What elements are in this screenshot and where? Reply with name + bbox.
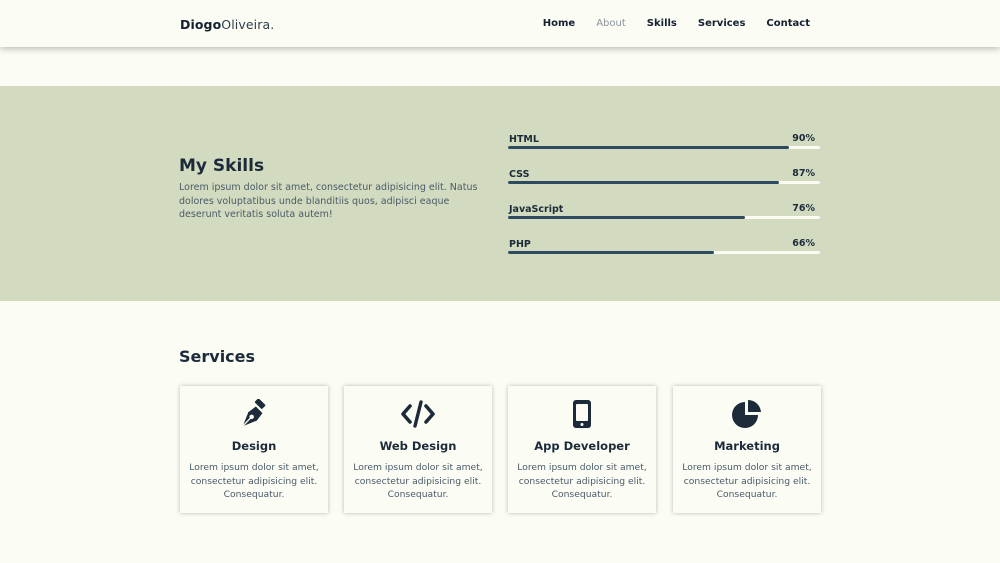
services-title: Services xyxy=(179,347,256,366)
service-card-web-design[interactable]: Web Design Lorem ipsum dolor sit amet, c… xyxy=(344,386,492,513)
service-description: Lorem ipsum dolor sit amet, consectetur … xyxy=(682,462,812,501)
skill-bar-fill xyxy=(508,251,714,254)
skill-percent: 87% xyxy=(792,168,815,179)
skill-percent: 66% xyxy=(792,238,815,249)
skill-name: JavaScript xyxy=(509,204,564,215)
main-nav: Home About Skills Services Contact xyxy=(543,18,810,29)
skills-title: My Skills xyxy=(179,156,265,176)
skill-php: PHP 66% xyxy=(508,238,820,269)
service-description: Lorem ipsum dolor sit amet, consectetur … xyxy=(353,462,483,501)
skill-name: CSS xyxy=(509,169,530,180)
nav-skills-link[interactable]: Skills xyxy=(647,18,677,29)
skill-css: CSS 87% xyxy=(508,168,820,199)
site-header: DiogoOliveira. Home About Skills Service… xyxy=(0,0,1000,47)
pie-chart-icon xyxy=(673,398,821,430)
service-title: Marketing xyxy=(714,439,780,453)
mobile-phone-icon xyxy=(508,398,656,430)
nav-services-link[interactable]: Services xyxy=(698,18,746,29)
skill-percent: 76% xyxy=(792,203,815,214)
service-title: Design xyxy=(231,439,277,453)
skill-html: HTML 90% xyxy=(508,133,820,164)
skill-javascript: JavaScript 76% xyxy=(508,203,820,234)
nav-contact-link[interactable]: Contact xyxy=(766,18,810,29)
skill-bar-track xyxy=(508,251,820,254)
pen-nib-icon xyxy=(180,398,328,430)
logo-first-name: Diogo xyxy=(180,17,222,32)
skill-name: PHP xyxy=(509,239,531,250)
service-title: App Developer xyxy=(534,439,630,453)
skill-bar-fill xyxy=(508,216,746,219)
skills-section: My Skills Lorem ipsum dolor sit amet, co… xyxy=(0,86,1000,301)
service-description: Lorem ipsum dolor sit amet, consectetur … xyxy=(189,462,319,501)
skill-name: HTML xyxy=(509,134,539,145)
skill-bar-fill xyxy=(508,181,780,184)
service-description: Lorem ipsum dolor sit amet, consectetur … xyxy=(517,462,647,501)
service-title: Web Design xyxy=(379,439,457,453)
service-card-app-developer[interactable]: App Developer Lorem ipsum dolor sit amet… xyxy=(508,386,656,513)
nav-about-link[interactable]: About xyxy=(596,18,626,29)
skill-bar-track xyxy=(508,146,820,149)
skill-bar-track xyxy=(508,181,820,184)
code-icon xyxy=(344,398,492,430)
skill-percent: 90% xyxy=(792,133,815,144)
logo[interactable]: DiogoOliveira. xyxy=(180,17,274,32)
logo-last-name: Oliveira. xyxy=(221,17,275,32)
nav-home-link[interactable]: Home xyxy=(543,18,575,29)
service-card-marketing[interactable]: Marketing Lorem ipsum dolor sit amet, co… xyxy=(673,386,821,513)
service-card-design[interactable]: Design Lorem ipsum dolor sit amet, conse… xyxy=(180,386,328,513)
skill-bar-fill xyxy=(508,146,789,149)
skill-bar-track xyxy=(508,216,820,219)
skills-description: Lorem ipsum dolor sit amet, consectetur … xyxy=(179,182,478,221)
